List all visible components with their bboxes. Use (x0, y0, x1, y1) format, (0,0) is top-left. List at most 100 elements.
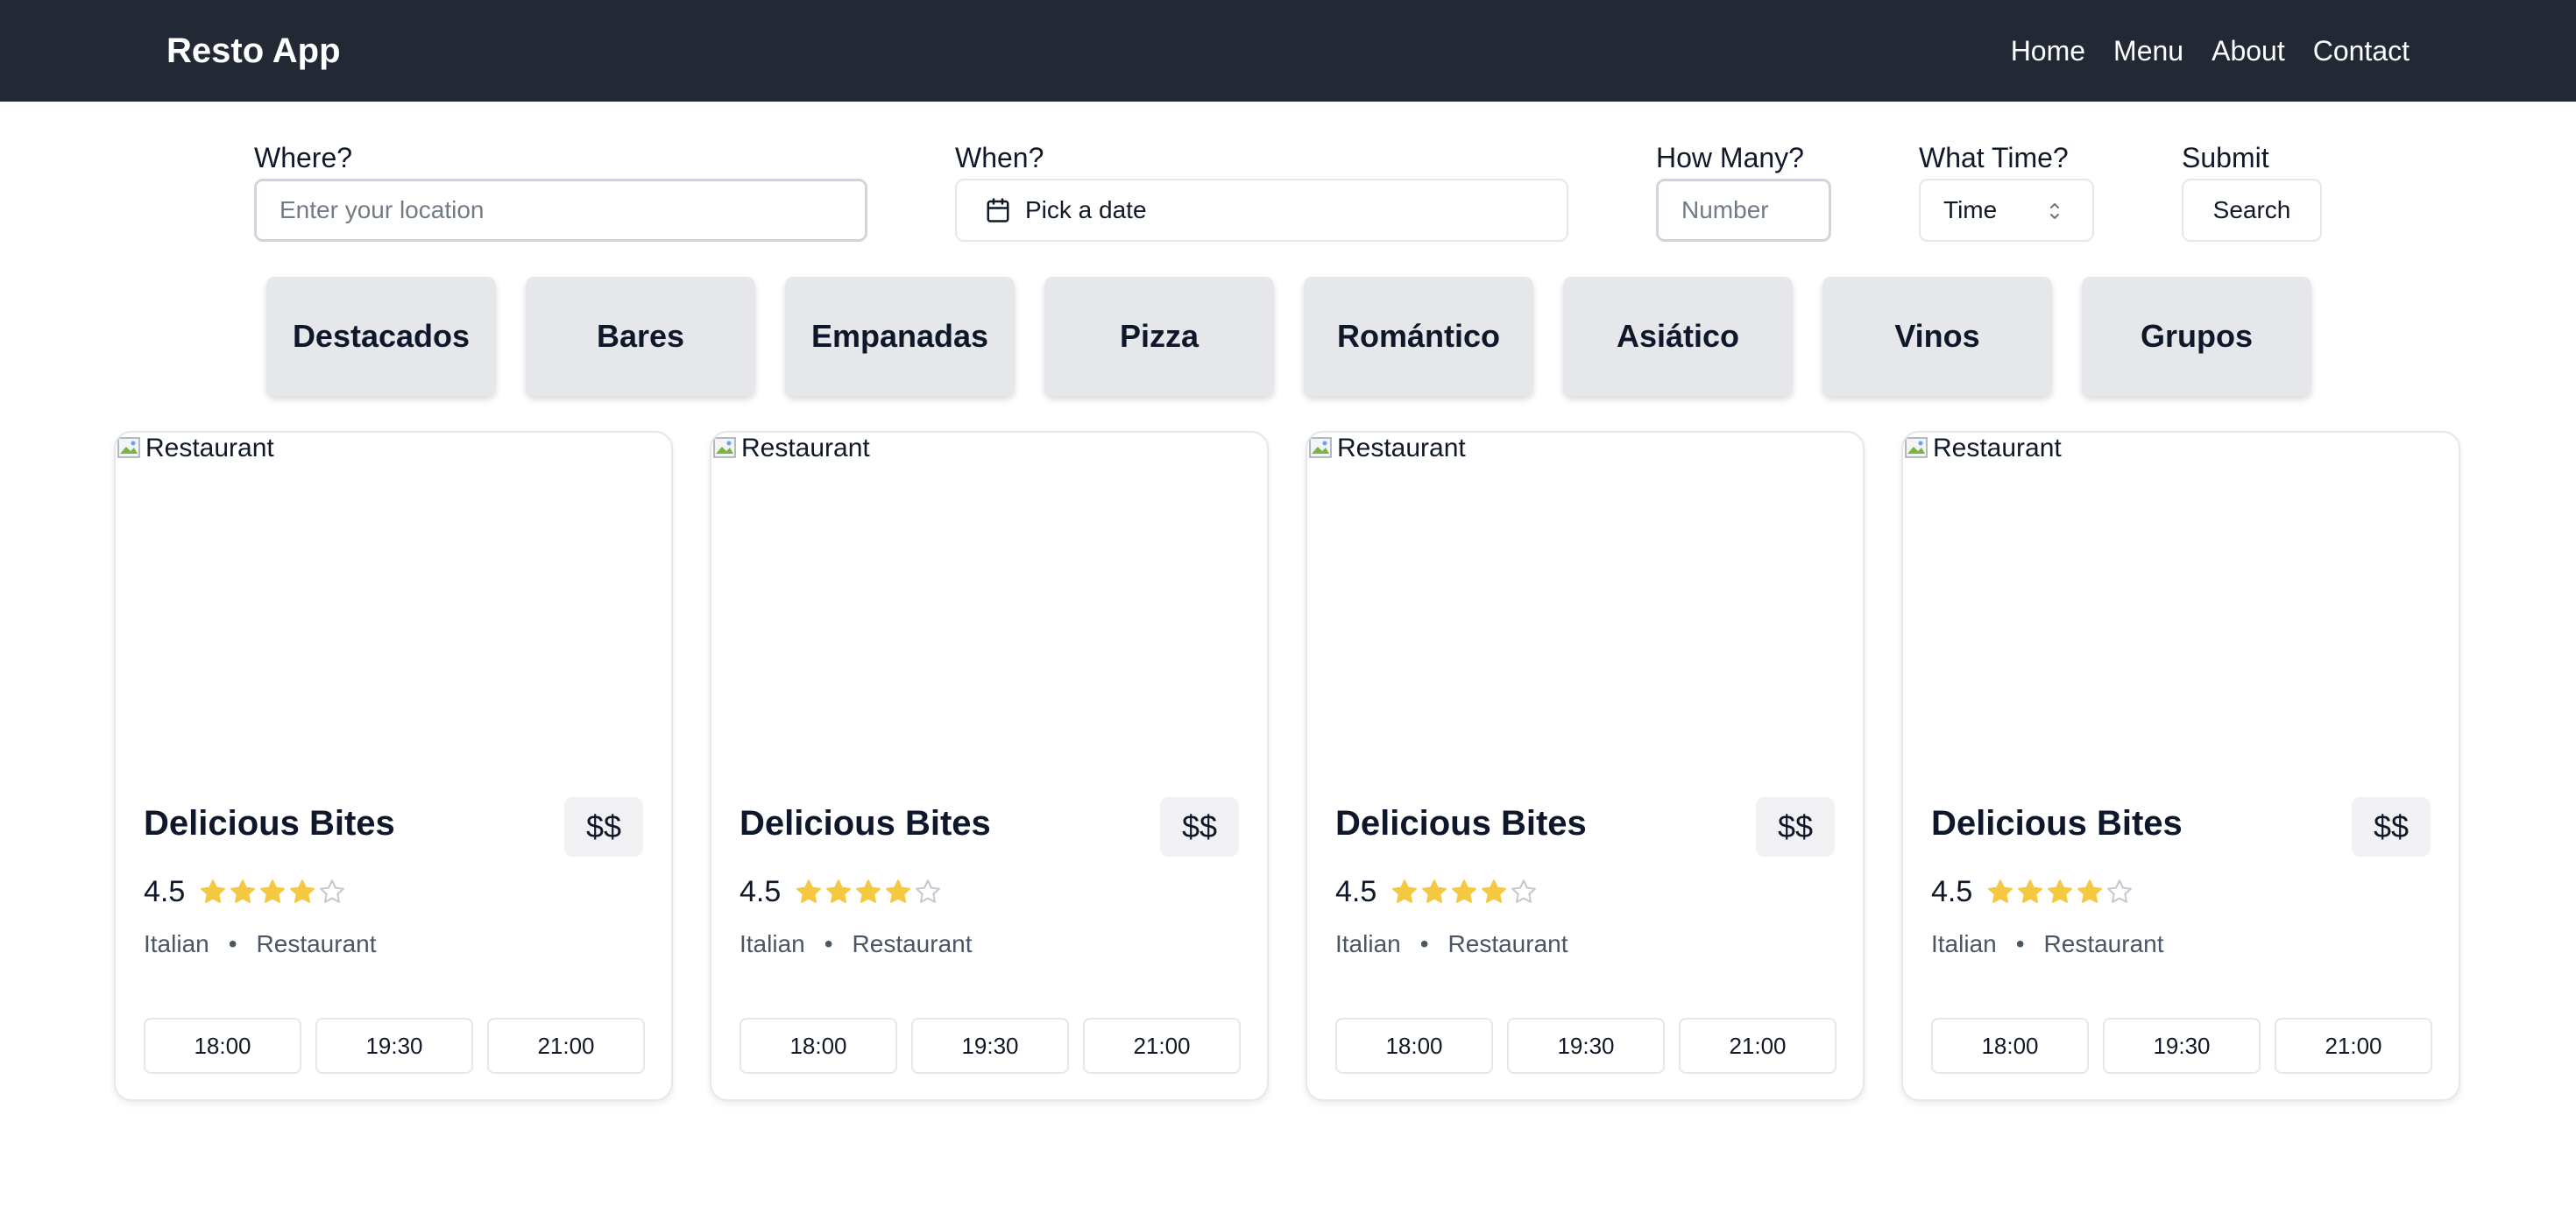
star-filled-icon (1988, 879, 2013, 903)
nav-link-home[interactable]: Home (2011, 26, 2085, 75)
price-badge: $$ (564, 797, 643, 857)
submit-label: Submit (2182, 142, 2269, 173)
broken-image-icon (1905, 437, 1928, 458)
time-slot-button[interactable]: 21:00 (1083, 1018, 1241, 1074)
time-select[interactable]: Time (1919, 179, 2094, 242)
restaurant-card-list: Restaurant Delicious Bites $$ 4.5 Italian • Re… (114, 431, 2460, 1101)
restaurant-card[interactable]: Restaurant Delicious Bites $$ 4.5 Italian • Re… (710, 431, 1269, 1101)
time-slots: 18:00 19:30 21:00 (1335, 1018, 1836, 1074)
restaurant-image[interactable]: Restaurant (1903, 433, 2459, 783)
star-filled-icon (2077, 879, 2103, 903)
category-grupos[interactable]: Grupos (2082, 277, 2311, 396)
restaurant-card[interactable]: Restaurant Delicious Bites $$ 4.5 Italian • Re… (114, 431, 673, 1101)
time-slots: 18:00 19:30 21:00 (1931, 1018, 2432, 1074)
rating-value: 4.5 (1931, 875, 1973, 908)
category-destacados[interactable]: Destacados (266, 277, 496, 396)
time-slot-button[interactable]: 18:00 (740, 1018, 897, 1074)
nav-link-about[interactable]: About (2212, 26, 2285, 75)
star-filled-icon (1422, 879, 1447, 903)
star-filled-icon (1482, 879, 1507, 903)
broken-image-icon (713, 437, 736, 458)
time-slots: 18:00 19:30 21:00 (144, 1018, 645, 1074)
price-badge: $$ (2352, 797, 2431, 857)
star-filled-icon (796, 879, 822, 903)
search-button[interactable]: Search (2182, 179, 2322, 242)
restaurant-card[interactable]: Restaurant Delicious Bites $$ 4.5 Italian • Re… (1901, 431, 2460, 1101)
broken-image-icon (1309, 437, 1332, 458)
rating-row: 4.5 (1931, 874, 2134, 909)
star-filled-icon (201, 879, 226, 903)
star-filled-icon (826, 879, 852, 903)
date-picker[interactable]: Pick a date (955, 179, 1568, 242)
rating-value: 4.5 (144, 875, 186, 908)
restaurant-image[interactable]: Restaurant (711, 433, 1267, 783)
time-slot-button[interactable]: 18:00 (1931, 1018, 2089, 1074)
star-rating (1391, 878, 1538, 906)
star-empty-icon (2107, 879, 2133, 903)
type-label: Restaurant (852, 930, 973, 957)
restaurant-name[interactable]: Delicious Bites (144, 801, 395, 846)
brand-logo[interactable]: Resto App (166, 26, 341, 75)
star-filled-icon (230, 879, 256, 903)
time-slot-button[interactable]: 21:00 (1679, 1018, 1836, 1074)
category-asiatico[interactable]: Asiático (1563, 277, 1793, 396)
date-value: Pick a date (1025, 196, 1147, 223)
image-alt-text: Restaurant (1337, 434, 1466, 462)
star-filled-icon (856, 879, 881, 903)
where-label: Where? (254, 142, 353, 173)
image-alt-text: Restaurant (1933, 434, 2062, 462)
when-label: When? (955, 142, 1044, 173)
category-empanadas[interactable]: Empanadas (785, 277, 1015, 396)
type-label: Restaurant (2043, 930, 2164, 957)
star-filled-icon (1392, 879, 1418, 903)
restaurant-image[interactable]: Restaurant (1307, 433, 1863, 783)
time-slot-button[interactable]: 19:30 (315, 1018, 473, 1074)
restaurant-meta: Italian • Restaurant (144, 928, 377, 960)
restaurant-name[interactable]: Delicious Bites (1931, 801, 2183, 846)
category-vinos[interactable]: Vinos (1822, 277, 2052, 396)
time-label: What Time? (1919, 142, 2069, 173)
restaurant-name[interactable]: Delicious Bites (740, 801, 991, 846)
calendar-icon (987, 198, 1009, 222)
time-slot-button[interactable]: 21:00 (487, 1018, 645, 1074)
time-slot-button[interactable]: 19:30 (1507, 1018, 1665, 1074)
cuisine-label: Italian (1931, 930, 1997, 957)
how-many-label: How Many? (1656, 142, 1804, 173)
time-slot-button[interactable]: 18:00 (1335, 1018, 1493, 1074)
time-slot-button[interactable]: 18:00 (144, 1018, 301, 1074)
time-value: Time (1943, 196, 1998, 223)
star-rating (795, 878, 942, 906)
nav-link-contact[interactable]: Contact (2313, 26, 2410, 75)
cuisine-label: Italian (740, 930, 805, 957)
restaurant-card[interactable]: Restaurant Delicious Bites $$ 4.5 Italian • Re… (1306, 431, 1865, 1101)
type-label: Restaurant (1447, 930, 1568, 957)
guests-input[interactable]: Number (1656, 179, 1831, 242)
nav-links: Home Menu About Contact (2011, 26, 2410, 75)
time-slot-button[interactable]: 21:00 (2275, 1018, 2432, 1074)
star-rating (199, 878, 346, 906)
restaurant-name[interactable]: Delicious Bites (1335, 801, 1587, 846)
separator-dot: • (824, 930, 833, 957)
rating-row: 4.5 (144, 874, 346, 909)
guests-placeholder: Number (1681, 196, 1769, 223)
category-bares[interactable]: Bares (526, 277, 755, 396)
image-alt-text: Restaurant (145, 434, 274, 462)
image-alt-text: Restaurant (741, 434, 870, 462)
nav-link-menu[interactable]: Menu (2113, 26, 2183, 75)
time-slot-button[interactable]: 19:30 (2103, 1018, 2261, 1074)
restaurant-meta: Italian • Restaurant (1931, 928, 2164, 960)
cuisine-label: Italian (144, 930, 209, 957)
location-input[interactable]: Enter your location (254, 179, 867, 242)
star-empty-icon (320, 879, 345, 903)
star-filled-icon (1452, 879, 1477, 903)
time-slot-button[interactable]: 19:30 (911, 1018, 1069, 1074)
star-filled-icon (290, 879, 315, 903)
restaurant-image[interactable]: Restaurant (116, 433, 671, 783)
navbar: Resto App Home Menu About Contact (0, 0, 2576, 102)
category-pizza[interactable]: Pizza (1044, 277, 1274, 396)
category-romantico[interactable]: Romántico (1304, 277, 1533, 396)
category-list: Destacados Bares Empanadas Pizza Románti… (266, 277, 2311, 396)
star-filled-icon (2048, 879, 2073, 903)
time-slots: 18:00 19:30 21:00 (740, 1018, 1241, 1074)
star-filled-icon (2018, 879, 2043, 903)
